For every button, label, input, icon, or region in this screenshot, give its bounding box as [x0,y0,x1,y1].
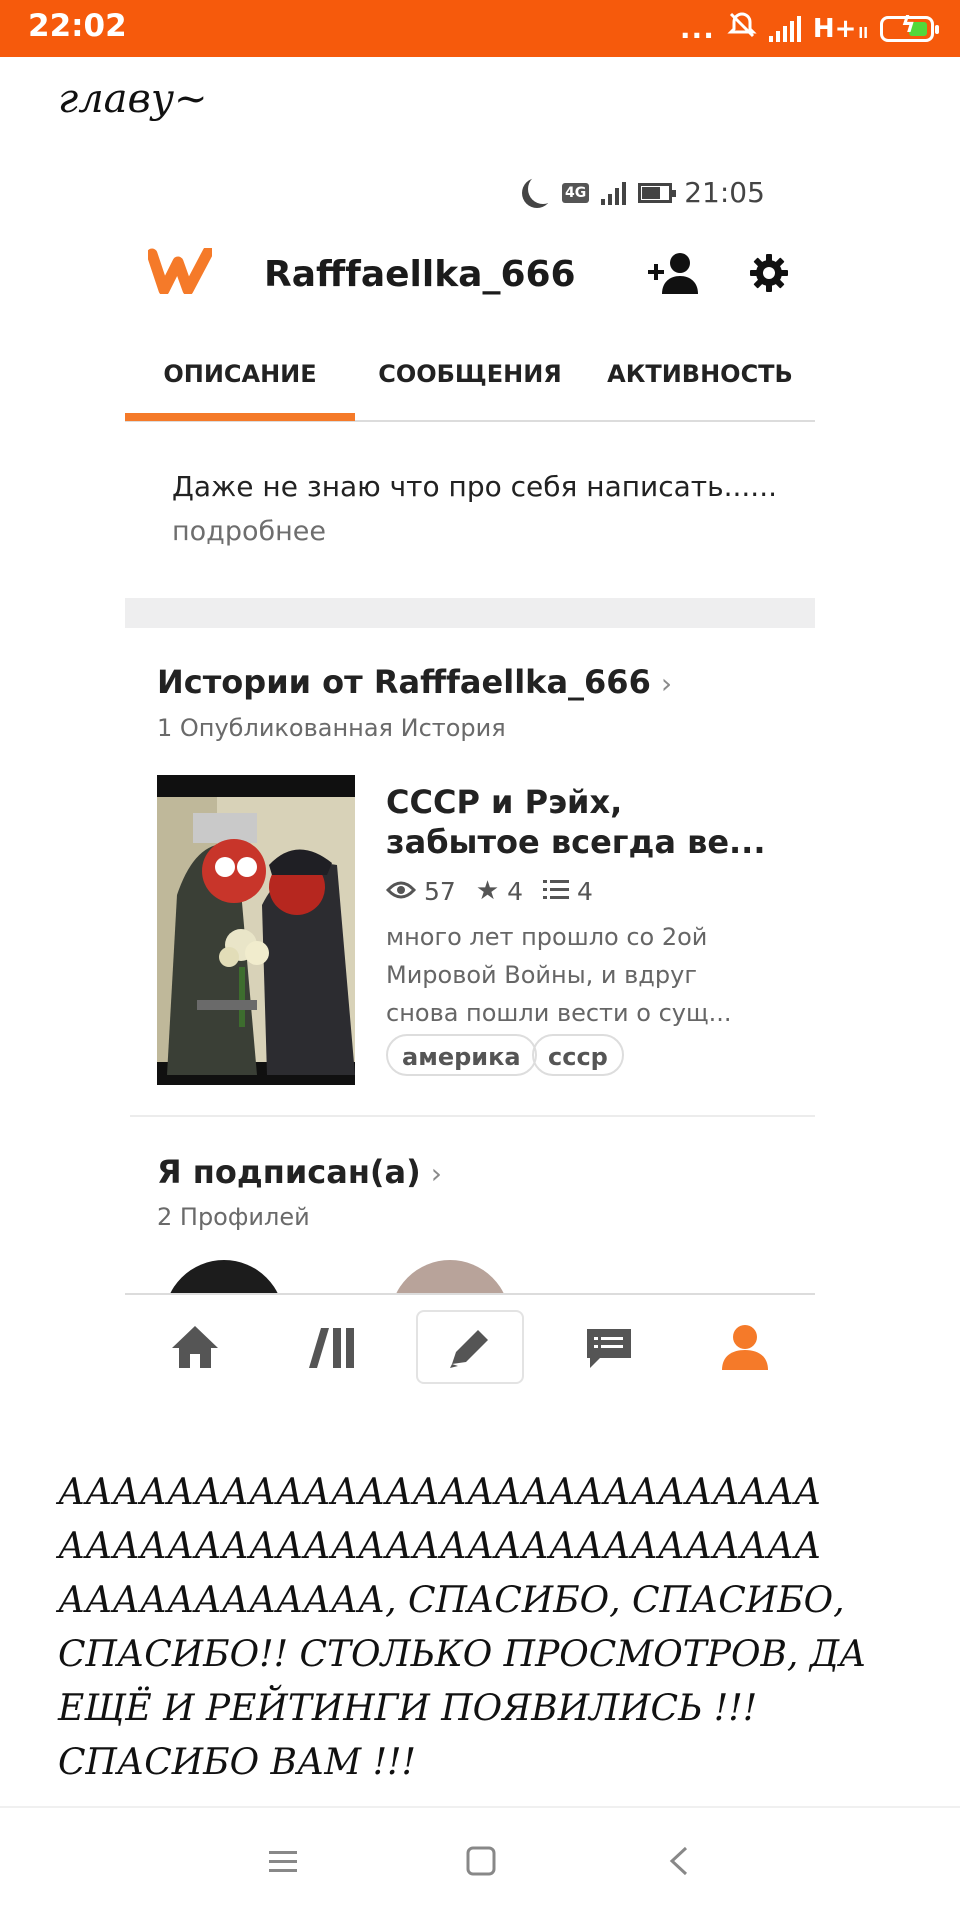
tab-activity[interactable]: АКТИВНОСТЬ [585,360,815,388]
profile-username: Rafffaellka_666 [264,254,576,295]
caption-line: АААААААААААА, СПАСИБО, СПАСИБО, [58,1580,845,1621]
story-tag[interactable]: ссср [532,1034,624,1076]
avatar[interactable] [390,1260,510,1294]
status-icons: ... H+ ll ϟ [679,10,939,47]
caption-line: АААААААААААААААААААААААААААА [58,1472,822,1513]
profile-icon[interactable] [720,1322,770,1376]
pencil-icon [446,1326,494,1374]
views-count: 57 [424,876,456,906]
back-icon[interactable] [668,1846,692,1880]
messages-icon[interactable] [584,1326,634,1376]
notification-dots: ... [679,12,715,45]
chevron-right-icon: › [660,667,673,700]
section-divider [130,1115,815,1117]
tab-messages[interactable]: СООБЩЕНИЯ [355,360,585,388]
caption-line: АААААААААААААААААААААААААААА [58,1526,822,1567]
inner-status-bar: 4G 21:05 [520,176,765,209]
inner-battery-icon [638,182,677,203]
alarm-off-icon [727,10,757,47]
parts-stat: 4 [543,877,593,906]
signal-icon [768,15,801,42]
settings-gear-icon[interactable] [748,252,790,298]
inner-time: 21:05 [684,176,765,209]
add-user-icon[interactable] [646,250,702,300]
eye-icon [385,877,417,906]
story-description-line: Мировой Войны, и вдруг [386,961,697,989]
story-description-line: много лет прошло со 2ой [386,923,708,951]
moon-icon [528,174,558,204]
stories-title: Истории от Rafffaellka_666 [157,663,651,701]
story-stats: 57 ★ 4 4 [385,876,603,906]
write-button[interactable] [416,1310,524,1384]
caption-top: главу~ [58,76,208,122]
following-count: 2 Профилей [157,1203,310,1231]
network-sub: ll [858,25,868,42]
nav-bar-divider [0,1806,960,1808]
caption-bottom: АААААААААААААААААААААААААААА ААААААААААА… [58,1466,918,1790]
stories-header[interactable]: Истории от Rafffaellka_666 › [157,663,672,701]
inner-signal-icon [601,181,627,205]
caption-line: СПАСИБО ВАМ !!! [58,1742,416,1783]
chevron-right-icon: › [430,1157,442,1190]
profile-tabs: ОПИСАНИЕ СООБЩЕНИЯ АКТИВНОСТЬ [125,350,815,422]
list-icon [543,877,570,906]
read-more-link[interactable]: подробнее [172,516,326,547]
votes-stat: ★ 4 [476,876,523,906]
library-icon[interactable] [309,1326,359,1374]
network-type: H+ [812,13,857,44]
status-bar: 22:02 ... H+ ll ϟ [0,0,960,57]
story-cover[interactable] [157,775,355,1085]
battery-icon: ϟ [880,13,939,42]
stories-count: 1 Опубликованная История [157,714,506,742]
votes-count: 4 [507,876,524,906]
star-icon: ★ [475,876,500,906]
menu-icon[interactable] [268,1846,298,1880]
wattpad-logo-icon[interactable] [146,246,214,298]
home-icon[interactable] [170,1324,220,1374]
section-separator [125,598,815,628]
story-description: много лет прошло со 2ой Мировой Войны, и… [386,918,786,1032]
tab-bar-divider [125,1293,815,1295]
following-header[interactable]: Я подписан(а) › [157,1153,442,1191]
avatar[interactable] [164,1260,284,1294]
home-button-icon[interactable] [466,1846,496,1880]
inner-network: 4G [562,182,590,203]
following-title: Я подписан(а) [157,1153,421,1191]
story-description-line: снова пошли вести о сущ... [386,999,732,1027]
parts-count: 4 [577,876,593,906]
caption-line: СПАСИБО!! СТОЛЬКО ПРОСМОТРОВ, ДА [58,1634,867,1675]
following-avatar-clip [160,1258,300,1294]
caption-line: ЕЩЁ И РЕЙТИНГИ ПОЯВИЛИСЬ !!! [58,1688,758,1729]
tab-description[interactable]: ОПИСАНИЕ [125,360,355,388]
views-stat: 57 [385,876,456,906]
status-time: 22:02 [28,8,127,44]
story-title[interactable]: СССР и Рэйх, забытое всегда ве... [386,782,786,862]
active-tab-indicator [125,413,355,421]
following-avatar-clip [390,1258,530,1294]
profile-description: Даже не знаю что про себя написать...... [172,470,778,503]
story-title-line: забытое всегда ве... [386,823,766,861]
story-tag[interactable]: америка [386,1034,537,1076]
story-title-line: СССР и Рэйх, [386,783,623,821]
